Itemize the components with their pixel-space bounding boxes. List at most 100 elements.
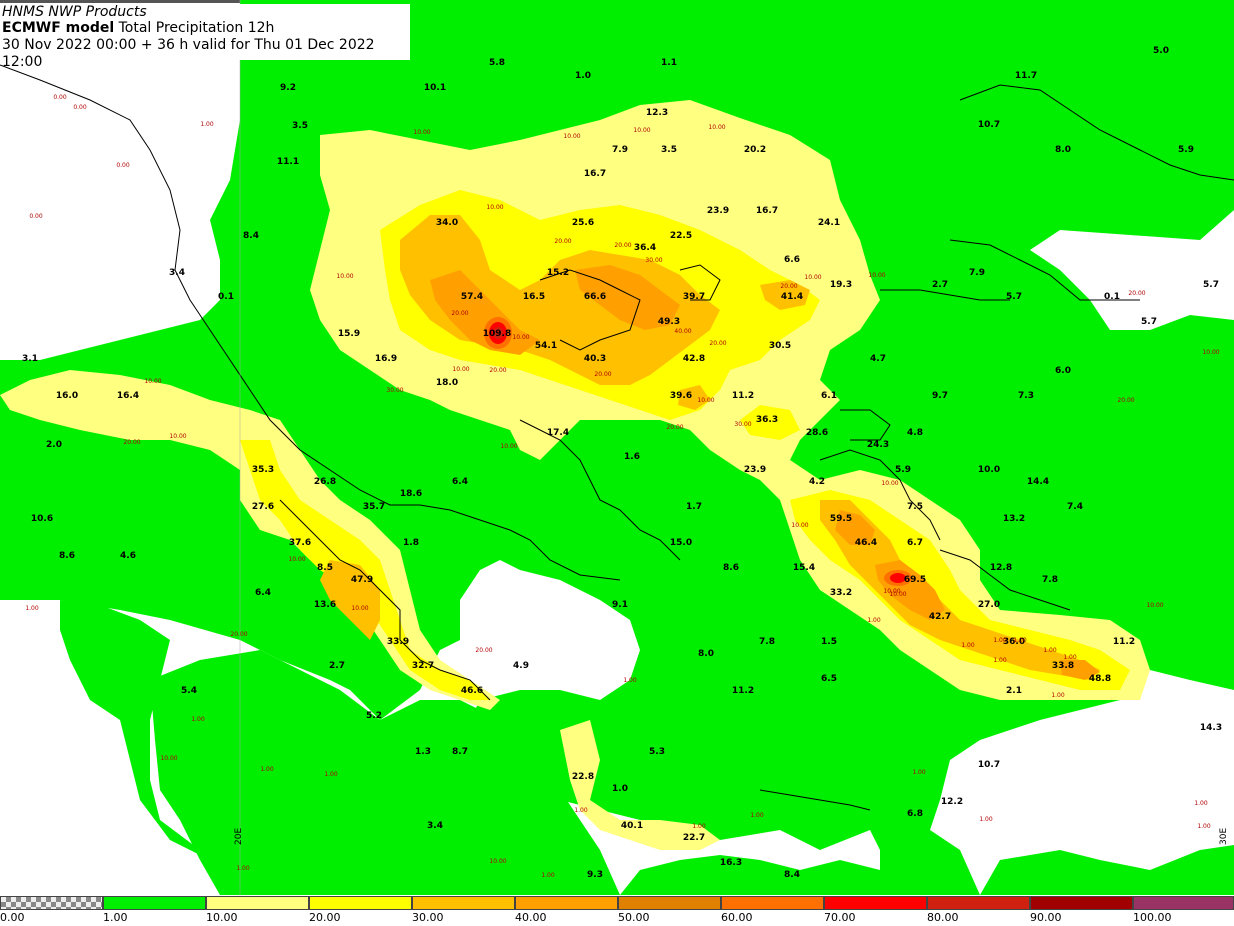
precip-value-label: 30.5 [769,341,791,351]
precip-value-label: 1.1 [661,58,677,68]
precip-value-label: 1.5 [821,637,837,647]
precip-value-label: 12.3 [646,108,668,118]
precip-value-label: 25.6 [572,218,594,228]
precip-value-label: 23.9 [744,465,766,475]
precip-value-label: 8.0 [1055,145,1071,155]
precip-value-label: 12.2 [941,797,963,807]
legend-label: 50.00 [618,911,650,924]
legend-label: 90.00 [1030,911,1062,924]
precip-value-label: 14.3 [1200,723,1222,733]
precip-value-label: 109.8 [483,329,511,339]
contour-value-label: 1.00 [191,716,205,723]
contour-value-label: 10.00 [144,378,161,385]
precip-value-label: 4.6 [120,551,136,561]
color-legend-labels: 0.00 1.00 10.00 20.00 30.00 40.00 50.00 60.00 70… [0,911,1234,926]
precip-value-label: 12.8 [990,563,1012,573]
contour-value-label: 10.00 [633,127,650,134]
precip-value-label: 32.7 [412,661,434,671]
contour-value-label: 20.00 [666,424,683,431]
precip-value-label: 0.1 [218,292,234,302]
precip-value-label: 11.7 [1015,71,1037,81]
contour-value-label: 0.00 [53,94,67,101]
precip-value-label: 6.8 [907,809,923,819]
contour-value-label: 10.00 [1146,602,1163,609]
contour-value-label: 1.00 [574,807,588,814]
precip-value-label: 2.7 [329,661,345,671]
legend-swatch [618,896,721,910]
contour-value-label: 30.00 [645,257,662,264]
contour-value-label: 10.00 [1202,349,1219,356]
precip-value-label: 6.7 [907,538,923,548]
precip-value-label: 16.4 [117,391,139,401]
contour-value-label: 1.00 [1197,823,1211,830]
contour-value-label: 10.00 [452,366,469,373]
precip-value-label: 2.7 [932,280,948,290]
precip-value-label: 33.2 [830,588,852,598]
meridian-label-20e: 20E [234,828,244,845]
precip-value-label: 9.3 [587,870,603,880]
legend-swatch [103,896,206,910]
contour-value-label: 20.00 [709,340,726,347]
precip-value-label: 49.3 [658,317,680,327]
contour-value-label: 20.00 [451,310,468,317]
contour-value-label: 30.00 [734,421,751,428]
precip-value-label: 22.5 [670,231,692,241]
legend-label: 100.00 [1133,911,1172,924]
contour-value-label: 1.00 [993,657,1007,664]
precip-value-label: 9.2 [280,83,296,93]
precip-value-label: 5.9 [895,465,911,475]
precip-value-label: 11.1 [277,157,299,167]
precip-value-label: 11.2 [732,686,754,696]
legend-swatch [515,896,618,910]
legend-label: 20.00 [309,911,341,924]
contour-value-label: 10.00 [288,556,305,563]
contour-value-label: 10.00 [512,334,529,341]
legend-swatch [1133,896,1234,910]
precip-value-label: 34.0 [436,218,458,228]
precip-value-label: 27.0 [978,600,1000,610]
precip-value-label: 33.8 [1052,661,1074,671]
precip-value-label: 5.0 [1153,46,1169,56]
precip-value-label: 9.1 [612,600,628,610]
contour-value-label: 10.00 [868,272,885,279]
precip-value-label: 5.3 [649,747,665,757]
contour-value-label: 0.00 [116,162,130,169]
model-name: ECMWF model [2,20,115,36]
precip-value-label: 7.5 [907,502,923,512]
legend-label: 10.00 [206,911,238,924]
precip-value-label: 37.6 [289,538,311,548]
contour-value-label: 20.00 [614,242,631,249]
precip-value-label: 7.8 [1042,575,1058,585]
precip-value-label: 40.3 [584,354,606,364]
contour-value-label: 10.00 [351,605,368,612]
precip-value-label: 3.4 [427,821,443,831]
precip-value-label: 59.5 [830,514,852,524]
precip-value-label: 7.9 [612,145,628,155]
precip-value-label: 14.4 [1027,477,1049,487]
precip-value-label: 10.6 [31,514,53,524]
precip-value-label: 5.7 [1203,280,1219,290]
precip-value-label: 27.6 [252,502,274,512]
contour-value-label: 20.00 [1117,397,1134,404]
precip-value-label: 39.6 [670,391,692,401]
contour-value-label: 1.00 [236,865,250,872]
precip-value-label: 16.3 [720,858,742,868]
precip-value-label: 22.7 [683,833,705,843]
precip-value-label: 13.6 [314,600,336,610]
contour-value-label: 10.00 [500,443,517,450]
precip-value-label: 16.5 [523,292,545,302]
precip-value-label: 4.2 [809,477,825,487]
legend-swatch [721,896,824,910]
precip-value-label: 24.3 [867,440,889,450]
contour-value-label: 1.00 [1063,654,1077,661]
precip-value-label: 35.7 [363,502,385,512]
precip-value-label: 8.6 [723,563,739,573]
precip-value-label: 4.7 [870,354,886,364]
precip-value-label: 9.7 [932,391,948,401]
precip-value-label: 16.0 [56,391,78,401]
precip-value-label: 39.7 [683,292,705,302]
precip-value-label: 18.6 [400,489,422,499]
contour-value-label: 10.00 [804,274,821,281]
precip-value-label: 8.4 [243,231,259,241]
precip-value-label: 1.0 [575,71,591,81]
